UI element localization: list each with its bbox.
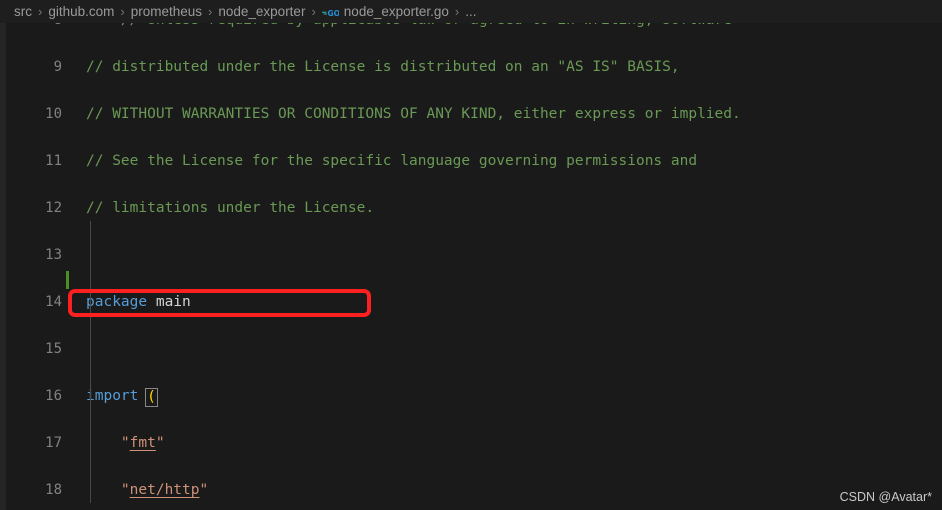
line-number: 10 <box>45 106 62 122</box>
code-line[interactable]: 11 // See the License for the specific la… <box>6 150 942 174</box>
token-comment: // See the License for the specific lang… <box>86 153 698 169</box>
watermark-text: CSDN @Avatar* <box>839 490 932 504</box>
line-content: "fmt" <box>86 432 165 456</box>
code-line[interactable]: 10 // WITHOUT WARRANTIES OR CONDITIONS OF… <box>6 103 942 127</box>
line-number: 16 <box>45 388 62 404</box>
line-number: 11 <box>45 153 62 169</box>
line-content: import ( <box>86 385 158 409</box>
indent-guide <box>90 220 91 503</box>
breadcrumb-item--[interactable]: ... <box>465 0 476 23</box>
code-line[interactable]: 9 // distributed under the License is dis… <box>6 56 942 80</box>
token-comment: // distributed under the License is dist… <box>86 59 680 75</box>
code-line[interactable]: 12 // limitations under the License. <box>6 197 942 221</box>
breadcrumb-item-github-com[interactable]: github.com <box>48 0 114 23</box>
line-content: // WITHOUT WARRANTIES OR CONDITIONS OF A… <box>86 103 741 127</box>
activity-bar-strip <box>0 0 6 510</box>
vscode-editor-window: src › github.com › prometheus › node_exporter ›… <box>0 0 942 510</box>
breadcrumb-item-node-exporter[interactable]: node_exporter <box>218 0 305 23</box>
token-string: " <box>199 482 209 498</box>
breadcrumb[interactable]: src › github.com › prometheus › node_exporter ›… <box>0 0 942 23</box>
breadcrumb-item-src[interactable]: src <box>14 0 32 23</box>
token-string: " <box>86 435 130 451</box>
breadcrumb-separator: › <box>120 4 125 19</box>
svg-text:GO: GO <box>327 9 339 18</box>
line-number: 8 <box>6 23 62 33</box>
line-content: package main <box>86 291 191 315</box>
line-content: // Unless required by applicable law or … <box>86 23 732 33</box>
token-comment: // limitations under the License. <box>86 200 375 216</box>
token-keyword: import <box>86 388 139 404</box>
code-line[interactable]: 8 // Unless required by applicable law o… <box>6 23 942 33</box>
breadcrumb-separator: › <box>311 4 316 19</box>
line-content: // See the License for the specific lang… <box>86 150 697 174</box>
code-line[interactable]: 14 package main <box>6 291 942 315</box>
token-comment: // Unless required by applicable law or … <box>86 23 732 28</box>
breadcrumb-separator: › <box>208 4 213 19</box>
breadcrumb-item-prometheus[interactable]: prometheus <box>131 0 202 23</box>
breadcrumb-separator: › <box>38 4 43 19</box>
code-lines-container: 8 // Unless required by applicable law o… <box>6 23 942 503</box>
line-content: // limitations under the License. <box>86 197 374 221</box>
line-number: 14 <box>45 294 62 310</box>
git-modified-marker <box>66 270 69 289</box>
token-string-link: fmt <box>129 435 156 451</box>
breadcrumb-separator: › <box>454 4 460 19</box>
token-bracket-match: ( <box>145 388 158 407</box>
line-number: 17 <box>45 435 62 451</box>
token-plain: main <box>155 294 191 310</box>
code-editor[interactable]: 8 // Unless required by applicable law o… <box>6 23 942 510</box>
line-number: 13 <box>45 247 62 263</box>
go-file-icon: GO <box>321 7 339 19</box>
line-number: 9 <box>53 59 62 75</box>
line-content: // distributed under the License is dist… <box>86 56 680 80</box>
code-line[interactable]: 17 "fmt" <box>6 432 942 456</box>
breadcrumb-item-node-exporter-go[interactable]: node_exporter.go <box>344 0 449 23</box>
line-content: "net/http" <box>86 479 208 503</box>
token-string: " <box>155 435 165 451</box>
token-comment: // WITHOUT WARRANTIES OR CONDITIONS OF A… <box>86 106 741 122</box>
code-line[interactable]: 13 <box>6 244 942 268</box>
code-line[interactable]: 18 "net/http" <box>6 479 942 503</box>
code-line[interactable]: 15 <box>6 338 942 362</box>
token-string-link: net/http <box>129 482 200 498</box>
line-number: 15 <box>45 341 62 357</box>
line-number: 12 <box>45 200 62 216</box>
token-keyword: package <box>86 294 148 310</box>
token-string: " <box>86 482 130 498</box>
code-line[interactable]: 16 import ( <box>6 385 942 409</box>
line-number: 18 <box>45 482 62 498</box>
